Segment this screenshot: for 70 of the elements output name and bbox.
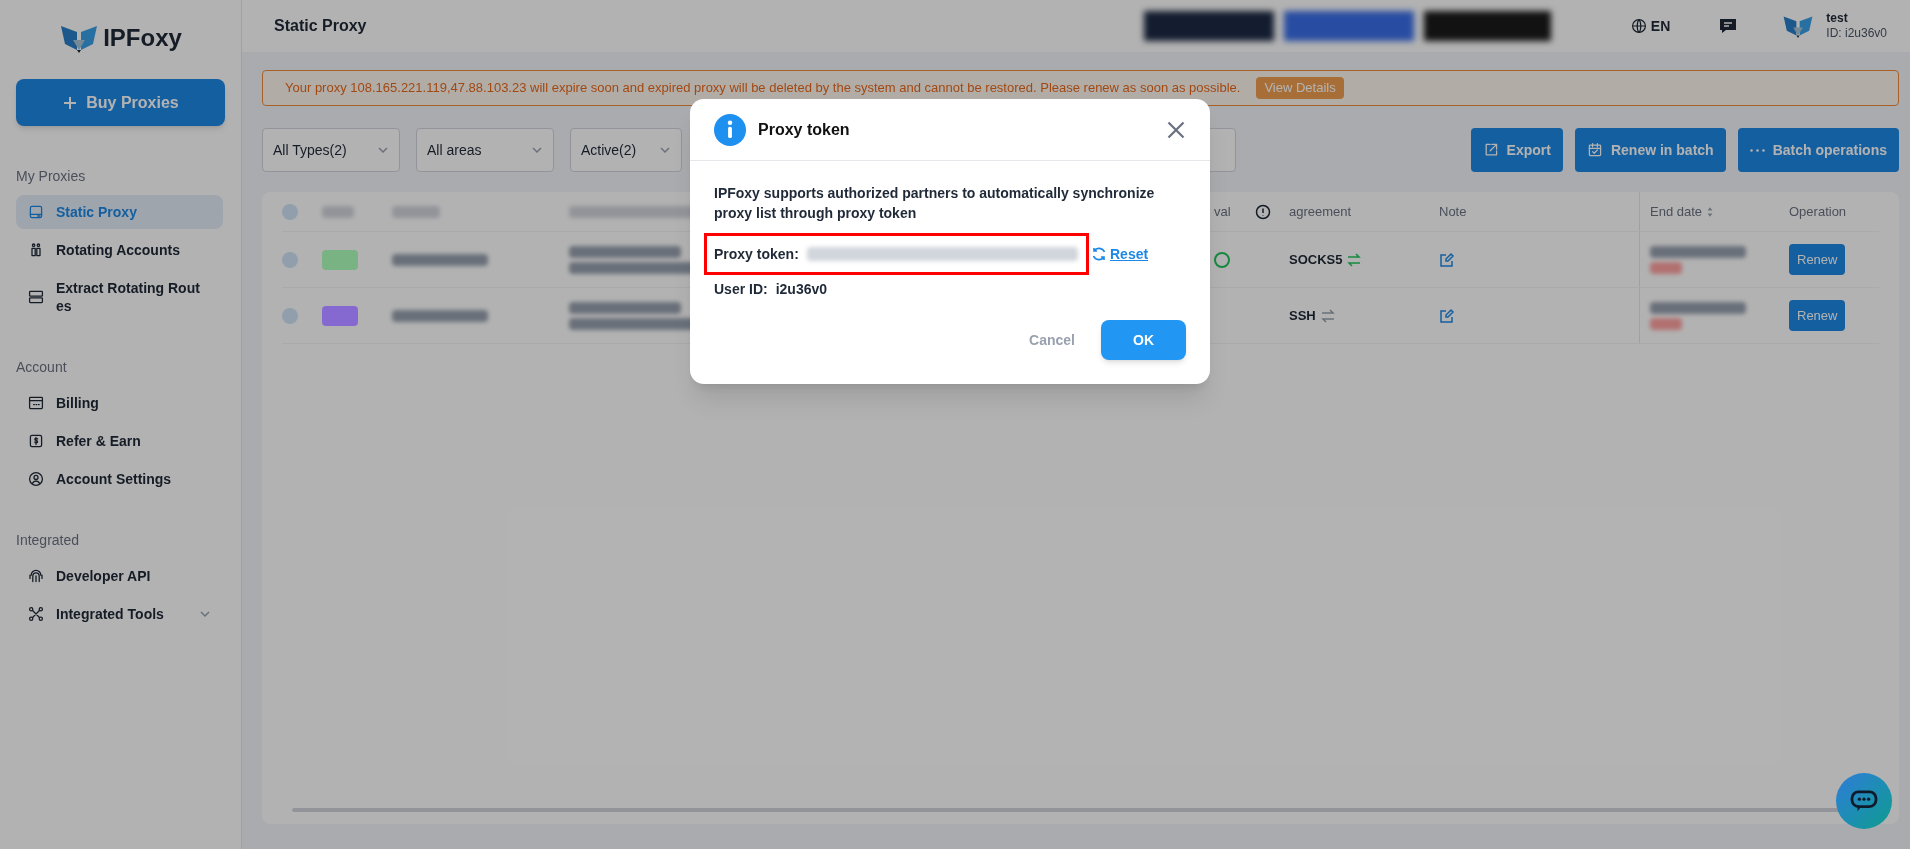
promo-banner[interactable]: [1423, 11, 1551, 41]
sidebar-item[interactable]: Extract Rotating Rout es: [16, 271, 223, 323]
token-label: Proxy token:: [714, 244, 799, 264]
monitor-icon: [28, 204, 44, 220]
filter-select[interactable]: All Types(2): [262, 128, 400, 172]
sidebar-item[interactable]: Developer API: [16, 559, 223, 593]
dialog-description: IPFoxy supports authorized partners to automatically synchronize proxy list through proxy token: [714, 184, 1156, 223]
filter-select[interactable]: Active(2): [570, 128, 682, 172]
promo-banner[interactable]: [1283, 11, 1414, 41]
close-button[interactable]: [1166, 119, 1186, 140]
message-icon[interactable]: [1718, 16, 1739, 36]
agreement-text: SOCKS5: [1289, 250, 1343, 269]
promo-banner[interactable]: [1143, 11, 1274, 41]
dialog-title: Proxy token: [758, 119, 850, 140]
server-icon: [28, 289, 44, 305]
column-header: Note: [1439, 202, 1467, 221]
sidebar-item[interactable]: Account Settings: [16, 462, 223, 496]
checkbox[interactable]: [282, 203, 298, 220]
redacted-text: [392, 205, 440, 218]
column-header: End date: [1650, 202, 1703, 221]
calendar-icon: [1586, 142, 1603, 158]
redacted-text: [1650, 317, 1682, 330]
sidebar-item[interactable]: Integrated Tools: [16, 597, 223, 631]
redacted-text: [1650, 261, 1682, 274]
caret-icon: [531, 144, 543, 156]
column-header: agreement: [1289, 202, 1352, 221]
column-header: val: [1214, 202, 1231, 221]
user-name: test: [1826, 11, 1849, 26]
fingerprint-icon: [28, 568, 44, 584]
user-id: ID: i2u36v0: [1826, 26, 1887, 41]
caret-icon: [199, 608, 211, 620]
nodes-icon: [28, 606, 44, 622]
swap-icon[interactable]: [1319, 307, 1336, 324]
sort-icon[interactable]: [1706, 205, 1715, 218]
people-icon: [28, 242, 44, 258]
sidebar-item[interactable]: Billing: [16, 386, 223, 420]
filter-select[interactable]: All areas: [416, 128, 554, 172]
page-title: Static Proxy: [274, 16, 367, 36]
globe-icon: [1630, 18, 1647, 34]
dollar-icon: [28, 433, 44, 449]
chat-bubble-icon: [1850, 789, 1878, 813]
section-heading: Integrated: [16, 531, 81, 550]
plus-icon: [62, 94, 79, 111]
section-heading: Account: [16, 358, 68, 377]
card-icon: [28, 395, 44, 411]
language-button[interactable]: EN: [1630, 15, 1671, 37]
checkbox[interactable]: [282, 307, 298, 324]
alert-message: Your proxy 108.165.221.119,47.88.103.23 will expire soon and expired proxy will be deleted by the system and cannot be restored. Please renew as soon as possible.: [285, 79, 1241, 98]
brand-name: IPFoxy: [103, 22, 182, 53]
dots-icon: [1749, 148, 1765, 152]
edit-icon[interactable]: [1439, 251, 1455, 268]
redacted-text: [322, 205, 354, 218]
refresh-icon: [1091, 246, 1107, 262]
close-icon: [1166, 119, 1186, 140]
caret-icon: [377, 144, 389, 156]
column-header: Operation: [1789, 202, 1847, 221]
user-icon: [28, 471, 44, 487]
swap-icon[interactable]: [1346, 251, 1363, 268]
checkbox[interactable]: [282, 251, 298, 268]
sidebar-item[interactable]: Refer & Earn: [16, 424, 223, 458]
alert-icon: [1254, 203, 1271, 220]
edit-icon[interactable]: [1439, 307, 1455, 324]
user-id-label: User ID:: [714, 280, 768, 299]
user-id-value: i2u36v0: [775, 280, 828, 299]
info-icon: [714, 113, 746, 146]
reset-link[interactable]: Reset: [1110, 243, 1149, 265]
caret-icon: [659, 144, 671, 156]
section-heading: My Proxies: [16, 167, 87, 186]
agreement-text: SSH: [1289, 306, 1316, 325]
sidebar-item[interactable]: Rotating Accounts: [16, 233, 223, 267]
